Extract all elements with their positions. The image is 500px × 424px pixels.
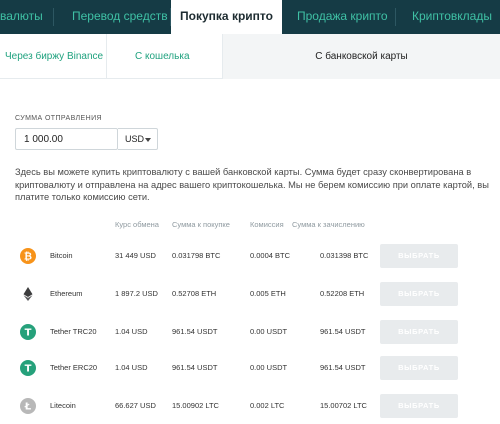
select-button[interactable]: ВЫБРАТЬ [380,244,458,268]
buy-amount: 15.00902 LTC [172,401,219,410]
svg-text:T: T [25,364,32,375]
tether-icon: T [20,360,36,376]
tether-icon: T [20,324,36,340]
nav-item-crypto-deposits[interactable]: Криптовклады [412,0,492,34]
coin-name: Ethereum [50,289,83,298]
amount-input[interactable] [15,128,118,150]
coin-name: Tether ERC20 [50,363,98,372]
fee-amount: 0.0004 BTC [250,251,291,260]
fee-amount: 0.00 USDT [250,363,288,372]
tab-wallet[interactable]: С кошелька [135,34,190,79]
top-navigation: валюты Перевод средств Покупка крипто Пр… [0,0,500,34]
credit-amount: 961.54 USDT [320,363,366,372]
header-rate: Курс обмена [115,220,159,229]
exchange-rate: 1 897.2 USD [115,289,158,298]
coin-name: Bitcoin [50,251,73,260]
tab-bank-card[interactable]: С банковской карты [223,34,500,79]
fee-amount: 0.005 ETH [250,289,286,298]
select-button[interactable]: ВЫБРАТЬ [380,356,458,380]
exchange-rate: 31 449 USD [115,251,156,260]
header-fee: Комиссия [250,220,284,229]
exchange-rate: 66.627 USD [115,401,156,410]
table-row: Ethereum 1 897.2 USD 0.52708 ETH 0.005 ETH 0… [0,282,500,319]
litecoin-icon: Ł [20,398,36,414]
nav-item-buy-crypto[interactable]: Покупка крипто [171,0,282,34]
tab-binance[interactable]: Через биржу Binance [5,34,103,79]
svg-text:Ł: Ł [24,402,32,413]
credit-amount: 961.54 USDT [320,327,366,336]
buy-amount: 961.54 USDT [172,327,218,336]
table-row: Ł Litecoin 66.627 USD 15.00902 LTC 0.002 LTC… [0,394,500,424]
exchange-rate: 1.04 USD [115,327,148,336]
select-button[interactable]: ВЫБРАТЬ [380,282,458,306]
header-credit-amount: Сумма к зачислению [292,220,365,229]
select-button[interactable]: ВЫБРАТЬ [380,394,458,418]
svg-text:₿: ₿ [24,251,32,263]
table-row: T Tether ERC20 1.04 USD 961.54 USDT 0.00 USD… [0,356,500,393]
svg-text:T: T [25,328,32,339]
table-row: ₿ Bitcoin 31 449 USD 0.031798 BTC 0.0004 BTC… [0,244,500,281]
currency-select[interactable]: USD [118,128,158,150]
buy-amount: 961.54 USDT [172,363,218,372]
amount-label: СУММА ОТПРАВЛЕНИЯ [15,115,102,122]
credit-amount: 15.00702 LTC [320,401,367,410]
nav-item-currency[interactable]: валюты [0,0,43,34]
buy-amount: 0.52708 ETH [172,289,217,298]
coin-name: Tether TRC20 [50,327,97,336]
payment-method-tabs: Через биржу Binance С кошелька С банковс… [0,34,500,79]
header-buy-amount: Сумма к покупке [172,220,230,229]
ethereum-icon [20,286,36,302]
fee-amount: 0.00 USDT [250,327,288,336]
bitcoin-icon: ₿ [20,248,36,264]
nav-divider [53,8,54,26]
description-text: Здесь вы можете купить криптовалюту с ва… [15,167,489,202]
nav-divider [395,8,396,26]
nav-item-sell-crypto[interactable]: Продажа крипто [297,0,388,34]
fee-amount: 0.002 LTC [250,401,285,410]
credit-amount: 0.031398 BTC [320,251,369,260]
credit-amount: 0.52208 ETH [320,289,365,298]
select-button[interactable]: ВЫБРАТЬ [380,320,458,344]
nav-item-transfer[interactable]: Перевод средств [72,0,168,34]
coin-name: Litecoin [50,401,76,410]
chevron-down-icon [145,138,151,142]
buy-amount: 0.031798 BTC [172,251,221,260]
exchange-rate: 1.04 USD [115,363,148,372]
currency-value: USD [125,134,145,144]
tab-divider [106,34,107,79]
table-row: T Tether TRC20 1.04 USD 961.54 USDT 0.00 USD… [0,320,500,357]
